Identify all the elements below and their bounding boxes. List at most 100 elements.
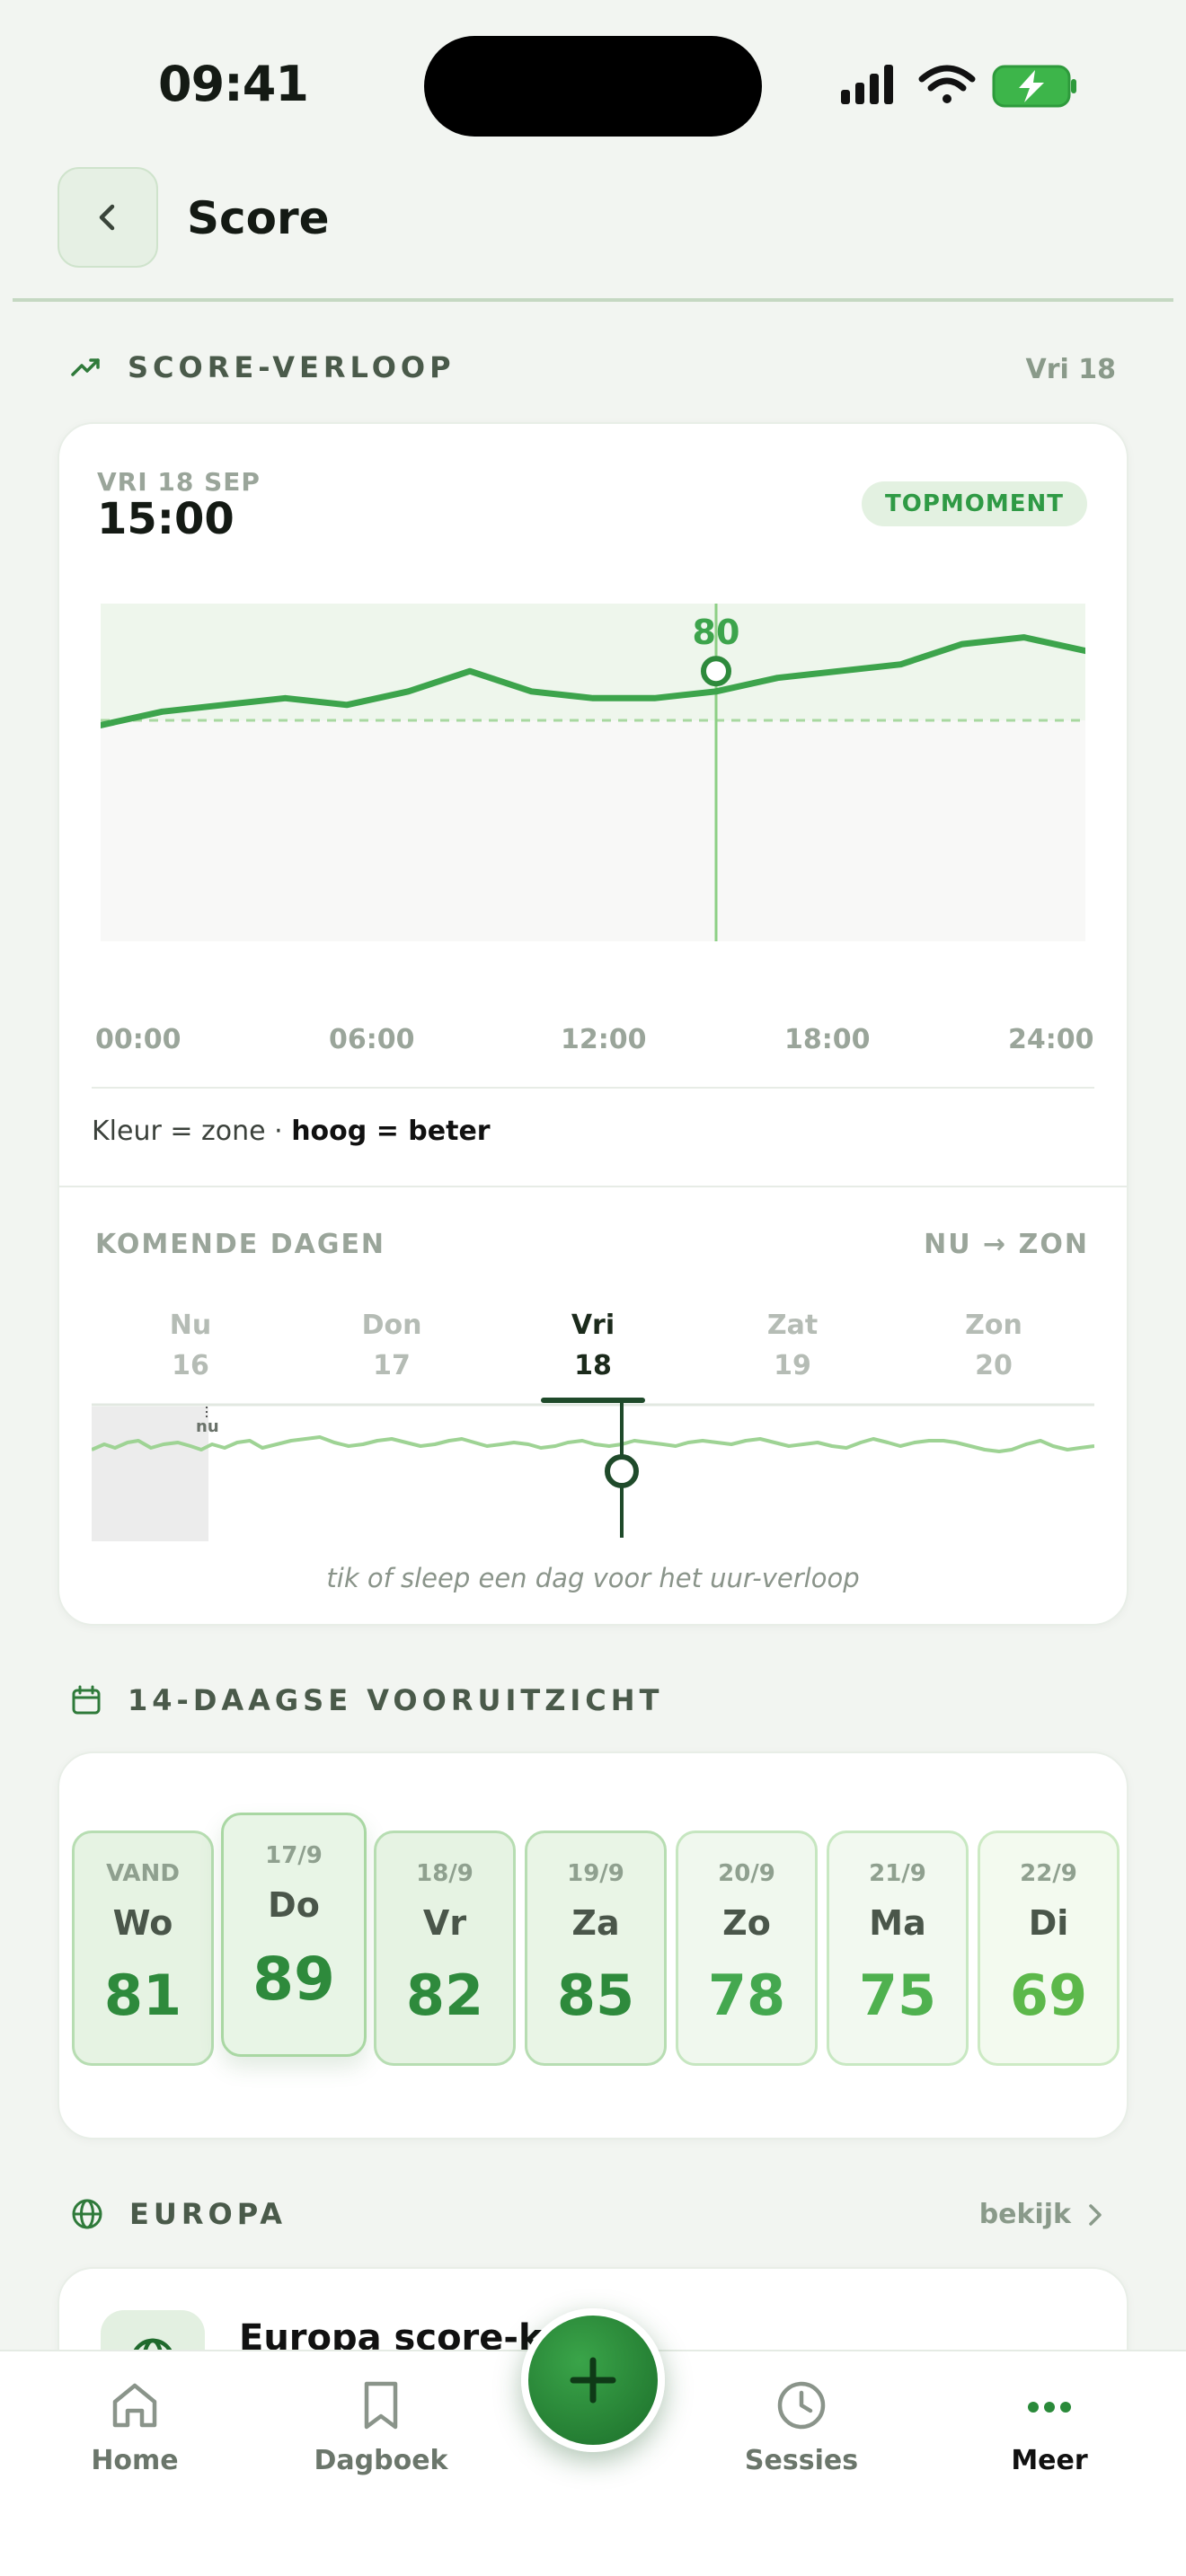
x-tick-label: 00:00 (95, 1024, 181, 1055)
chart-highlight-point[interactable] (701, 656, 731, 687)
tile-date: 22/9 (1020, 1860, 1077, 1887)
day-name: Zat (766, 1310, 819, 1341)
page-title: Score (187, 192, 330, 244)
tile-score: 85 (556, 1963, 635, 2028)
day-number: 20 (975, 1350, 1013, 1381)
wifi-icon (918, 65, 976, 103)
plus-icon (570, 2357, 616, 2404)
day-number: 16 (172, 1350, 209, 1381)
back-button[interactable] (58, 167, 158, 268)
home-icon (112, 2383, 157, 2428)
forecast-tile[interactable]: VAND Wo 81 (72, 1831, 214, 2066)
upcoming-timeline[interactable]: nu (92, 1398, 1094, 1541)
day-selector-zon[interactable]: Zon 20 (922, 1310, 1066, 1381)
chart-data-point (160, 710, 164, 714)
chart-legend: Kleur = zone · hoog = beter (92, 1116, 491, 1147)
forecast-card: VAND Wo 81 17/9 Do 89 18/9 Vr 82 19/9 Za… (58, 1751, 1128, 2139)
signal-icon (841, 65, 893, 104)
selected-day-indicator (541, 1398, 645, 1403)
selected-time: 15:00 (97, 494, 235, 544)
nav-home[interactable]: Home (54, 2377, 216, 2476)
add-button[interactable] (521, 2308, 665, 2452)
section-title: EUROPA (129, 2197, 287, 2231)
tile-date: 21/9 (869, 1860, 926, 1887)
tile-date: 18/9 (416, 1860, 474, 1887)
date-caption: VRI 18 SEP (97, 467, 261, 497)
upcoming-title: KOMENDE DAGEN (95, 1229, 386, 1260)
x-tick-label: 06:00 (329, 1024, 415, 1055)
divider (92, 1087, 1094, 1089)
legend-bold: hoog = beter (291, 1116, 491, 1147)
battery-charging-icon (992, 65, 1076, 108)
chart-highlight-value: 80 (693, 613, 740, 652)
nav-more[interactable]: Meer (969, 2377, 1130, 2476)
tile-day: Di (1028, 1903, 1069, 1943)
tile-score: 82 (405, 1963, 484, 2028)
chart-data-point (591, 696, 595, 701)
chart-data-point (529, 689, 534, 693)
tile-date: 17/9 (265, 1842, 323, 1869)
tile-score: 78 (707, 1963, 786, 2028)
view-link-label: bekijk (978, 2199, 1071, 2230)
score-line-chart[interactable]: 80 (101, 593, 1085, 952)
tile-day: Vr (422, 1903, 467, 1943)
tile-day: Do (268, 1885, 320, 1925)
now-marker: nu (196, 1417, 219, 1436)
status-icons (836, 59, 1080, 113)
tile-day: Za (571, 1903, 620, 1943)
legend-prefix: Kleur = zone · (92, 1116, 292, 1147)
forecast-tile-selected[interactable]: 17/9 Do 89 (221, 1813, 367, 2057)
topmoment-badge: TOPMOMENT (862, 481, 1087, 526)
nav-label: Home (91, 2445, 179, 2476)
day-number: 19 (774, 1350, 811, 1381)
x-tick-label: 24:00 (1008, 1024, 1094, 1055)
tile-score: 89 (252, 1945, 335, 2014)
nav-diary[interactable]: Dagboek (300, 2377, 462, 2476)
forecast-tile[interactable]: 21/9 Ma 75 (827, 1831, 969, 2066)
section-title: 14-DAAGSE VOORUITZICHT (128, 1683, 664, 1717)
day-name: Don (361, 1310, 422, 1341)
tile-day: Wo (112, 1903, 173, 1943)
forecast-tile[interactable]: 18/9 Vr 82 (374, 1831, 516, 2066)
header-divider (13, 298, 1173, 302)
chart-data-point (1022, 635, 1026, 640)
day-number: 17 (373, 1350, 411, 1381)
europe-view-link[interactable]: bekijk (979, 2199, 1105, 2230)
past-shade (92, 1407, 208, 1541)
globe-icon (72, 2199, 102, 2229)
chart-data-point (345, 702, 349, 707)
x-tick-label: 18:00 (784, 1024, 871, 1055)
dynamic-island (424, 36, 762, 137)
forecast-tile[interactable]: 19/9 Za 85 (525, 1831, 667, 2066)
card-divider (59, 1186, 1127, 1187)
nav-label: Dagboek (314, 2445, 448, 2476)
day-name: Zon (965, 1310, 1022, 1341)
nav-label: Sessies (744, 2445, 859, 2476)
forecast-section-heading: 14-DAAGSE VOORUITZICHT (70, 1683, 663, 1717)
day-selector-vri[interactable]: Vri 18 (521, 1310, 665, 1381)
chart-data-point (775, 675, 780, 680)
nav-label: Meer (1011, 2445, 1088, 2476)
forecast-tile[interactable]: 20/9 Zo 78 (676, 1831, 818, 2066)
timeline-cursor-handle[interactable] (605, 1454, 639, 1488)
europe-section-heading: EUROPA (70, 2197, 287, 2231)
score-section-date: Vri 18 (1025, 354, 1117, 385)
timeline-hint: tik of sleep een dag voor het uur-verloo… (326, 1563, 860, 1593)
chart-data-point (406, 689, 411, 693)
chart-data-point (222, 702, 226, 707)
chart-data-point (468, 669, 472, 674)
forecast-tile[interactable]: 22/9 Di 69 (978, 1831, 1120, 2066)
x-tick-label: 12:00 (561, 1024, 647, 1055)
day-name: Nu (169, 1310, 212, 1341)
day-selector-zat[interactable]: Zat 19 (721, 1310, 864, 1381)
timeline-series (92, 1435, 1094, 1453)
more-dots-icon (1028, 2402, 1071, 2413)
clock-icon (777, 2381, 826, 2430)
nav-sessions[interactable]: Sessies (721, 2377, 882, 2476)
tile-date: 20/9 (718, 1860, 775, 1887)
trending-up-icon (71, 358, 100, 376)
day-selector-don[interactable]: Don 17 (320, 1310, 464, 1381)
day-number: 18 (574, 1350, 612, 1381)
chart-data-point (898, 662, 903, 666)
day-selector-nu[interactable]: Nu 16 (119, 1310, 262, 1381)
